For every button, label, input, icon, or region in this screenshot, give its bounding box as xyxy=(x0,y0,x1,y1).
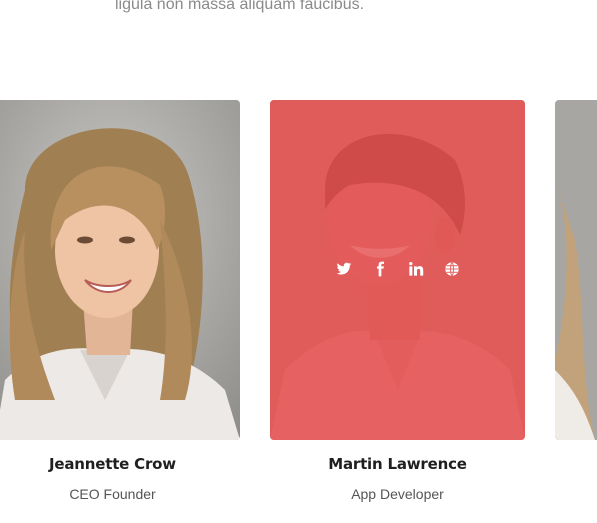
intro-text: ligula non massa aliquam faucibus. xyxy=(115,0,365,13)
team-card-1[interactable] xyxy=(0,100,240,440)
team-card-2[interactable] xyxy=(270,100,525,440)
facebook-icon[interactable] xyxy=(371,260,389,278)
member-photo xyxy=(555,100,597,440)
team-section: ligula non massa aliquam faucibus. Jeann… xyxy=(0,0,597,523)
linkedin-icon[interactable] xyxy=(407,260,425,278)
member-name: Jeannette Crow xyxy=(49,455,176,473)
twitter-icon[interactable] xyxy=(335,260,353,278)
member-role: App Developer xyxy=(351,486,444,502)
globe-icon[interactable] xyxy=(443,260,461,278)
social-links xyxy=(270,260,525,278)
member-name: Martin Lawrence xyxy=(328,455,467,473)
team-card-3[interactable] xyxy=(555,100,597,440)
member-role: CEO Founder xyxy=(69,486,156,502)
member-photo xyxy=(0,100,240,440)
